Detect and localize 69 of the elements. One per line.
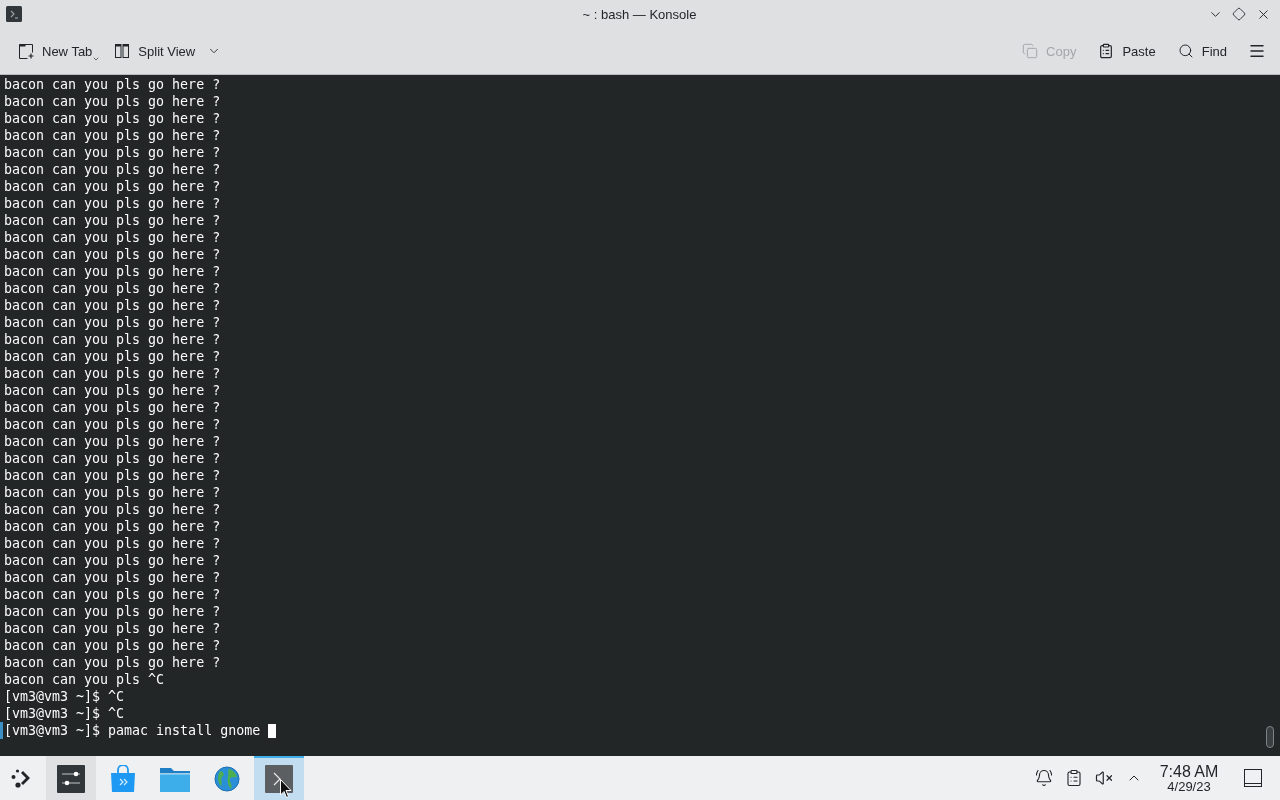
muted-speaker-icon bbox=[1095, 769, 1113, 787]
terminal-line: bacon can you pls go here ? bbox=[3, 586, 221, 603]
terminal-icon bbox=[265, 765, 293, 793]
diamond-icon bbox=[1232, 7, 1246, 21]
terminal-line: bacon can you pls go here ? bbox=[3, 552, 221, 569]
clipboard-icon bbox=[1065, 769, 1083, 787]
terminal-line: bacon can you pls go here ? bbox=[3, 280, 221, 297]
launcher-icon bbox=[11, 767, 33, 789]
window-title: ~ : bash — Konsole bbox=[582, 6, 697, 22]
menu-icon bbox=[1248, 42, 1266, 60]
terminal-line: bacon can you pls go here ? bbox=[3, 654, 221, 671]
terminal-line: bacon can you pls go here ? bbox=[3, 620, 221, 637]
terminal-line: bacon can you pls go here ? bbox=[3, 416, 221, 433]
terminal-line: bacon can you pls go here ? bbox=[3, 467, 221, 484]
terminal-line: bacon can you pls ^C bbox=[3, 671, 165, 688]
terminal-line: bacon can you pls go here ? bbox=[3, 263, 221, 280]
text-cursor bbox=[268, 723, 277, 738]
terminal-line: bacon can you pls go here ? bbox=[3, 365, 221, 382]
terminal-line: bacon can you pls go here ? bbox=[3, 637, 221, 654]
terminal-line: bacon can you pls go here ? bbox=[3, 399, 221, 416]
terminal-line: bacon can you pls go here ? bbox=[3, 569, 221, 586]
split-view-icon bbox=[114, 43, 131, 59]
shopping-bag-icon bbox=[110, 765, 136, 793]
caret-icon bbox=[92, 55, 101, 63]
task-button[interactable] bbox=[46, 756, 96, 800]
terminal-line: bacon can you pls go here ? bbox=[3, 382, 221, 399]
terminal-line: bacon can you pls go here ? bbox=[3, 212, 221, 229]
terminal-line: bacon can you pls go here ? bbox=[3, 603, 221, 620]
terminal-line: bacon can you pls go here ? bbox=[3, 178, 221, 195]
terminal-line: bacon can you pls go here ? bbox=[3, 314, 221, 331]
terminal-line: bacon can you pls go here ? bbox=[3, 246, 221, 263]
terminal-app-icon bbox=[6, 6, 22, 22]
terminal-line: bacon can you pls go here ? bbox=[3, 331, 221, 348]
split-view-button[interactable]: Split View bbox=[108, 36, 228, 66]
folder-icon bbox=[160, 766, 190, 792]
terminal-line: bacon can you pls go here ? bbox=[3, 93, 221, 110]
show-desktop-icon bbox=[1244, 769, 1262, 787]
terminal-line: [vm3@vm3 ~]$ ^C bbox=[3, 705, 125, 722]
copy-icon bbox=[1022, 43, 1039, 59]
terminal-line: bacon can you pls go here ? bbox=[3, 144, 221, 161]
new-tab-icon bbox=[18, 43, 34, 59]
new-tab-button[interactable]: New Tab bbox=[12, 36, 99, 66]
terminal-line: bacon can you pls go here ? bbox=[3, 484, 221, 501]
search-icon bbox=[1177, 43, 1194, 59]
clipboard-icon bbox=[1098, 43, 1115, 59]
terminal-line: bacon can you pls go here ? bbox=[3, 433, 221, 450]
globe-icon bbox=[214, 766, 240, 792]
terminal-line: bacon can you pls go here ? bbox=[3, 229, 221, 246]
terminal-line: [vm3@vm3 ~]$ ^C bbox=[3, 688, 125, 705]
task-button[interactable] bbox=[254, 756, 304, 800]
find-button[interactable]: Find bbox=[1171, 36, 1233, 66]
terminal-line: bacon can you pls go here ? bbox=[3, 450, 221, 467]
terminal-line: bacon can you pls go here ? bbox=[3, 127, 221, 144]
bell-icon bbox=[1035, 769, 1053, 787]
mouse-pointer-icon bbox=[280, 779, 292, 798]
sliders-icon bbox=[57, 765, 85, 793]
terminal-line: bacon can you pls go here ? bbox=[3, 535, 221, 552]
terminal-line: bacon can you pls go here ? bbox=[3, 161, 221, 178]
paste-button[interactable]: Paste bbox=[1092, 36, 1162, 66]
scrollbar-handle[interactable] bbox=[1266, 726, 1274, 748]
terminal-line: bacon can you pls go here ? bbox=[3, 110, 221, 127]
terminal-line: bacon can you pls go here ? bbox=[3, 195, 221, 212]
command-line: [vm3@vm3 ~]$ pamac install gnome bbox=[3, 722, 261, 739]
terminal-line: bacon can you pls go here ? bbox=[3, 348, 221, 365]
terminal-line: bacon can you pls go here ? bbox=[3, 501, 221, 518]
terminal-line: bacon can you pls go here ? bbox=[3, 76, 221, 93]
terminal-line: bacon can you pls go here ? bbox=[3, 297, 221, 314]
terminal-line: bacon can you pls go here ? bbox=[3, 518, 221, 535]
clock[interactable]: 7:48 AM 4/29/23 bbox=[1154, 763, 1224, 793]
